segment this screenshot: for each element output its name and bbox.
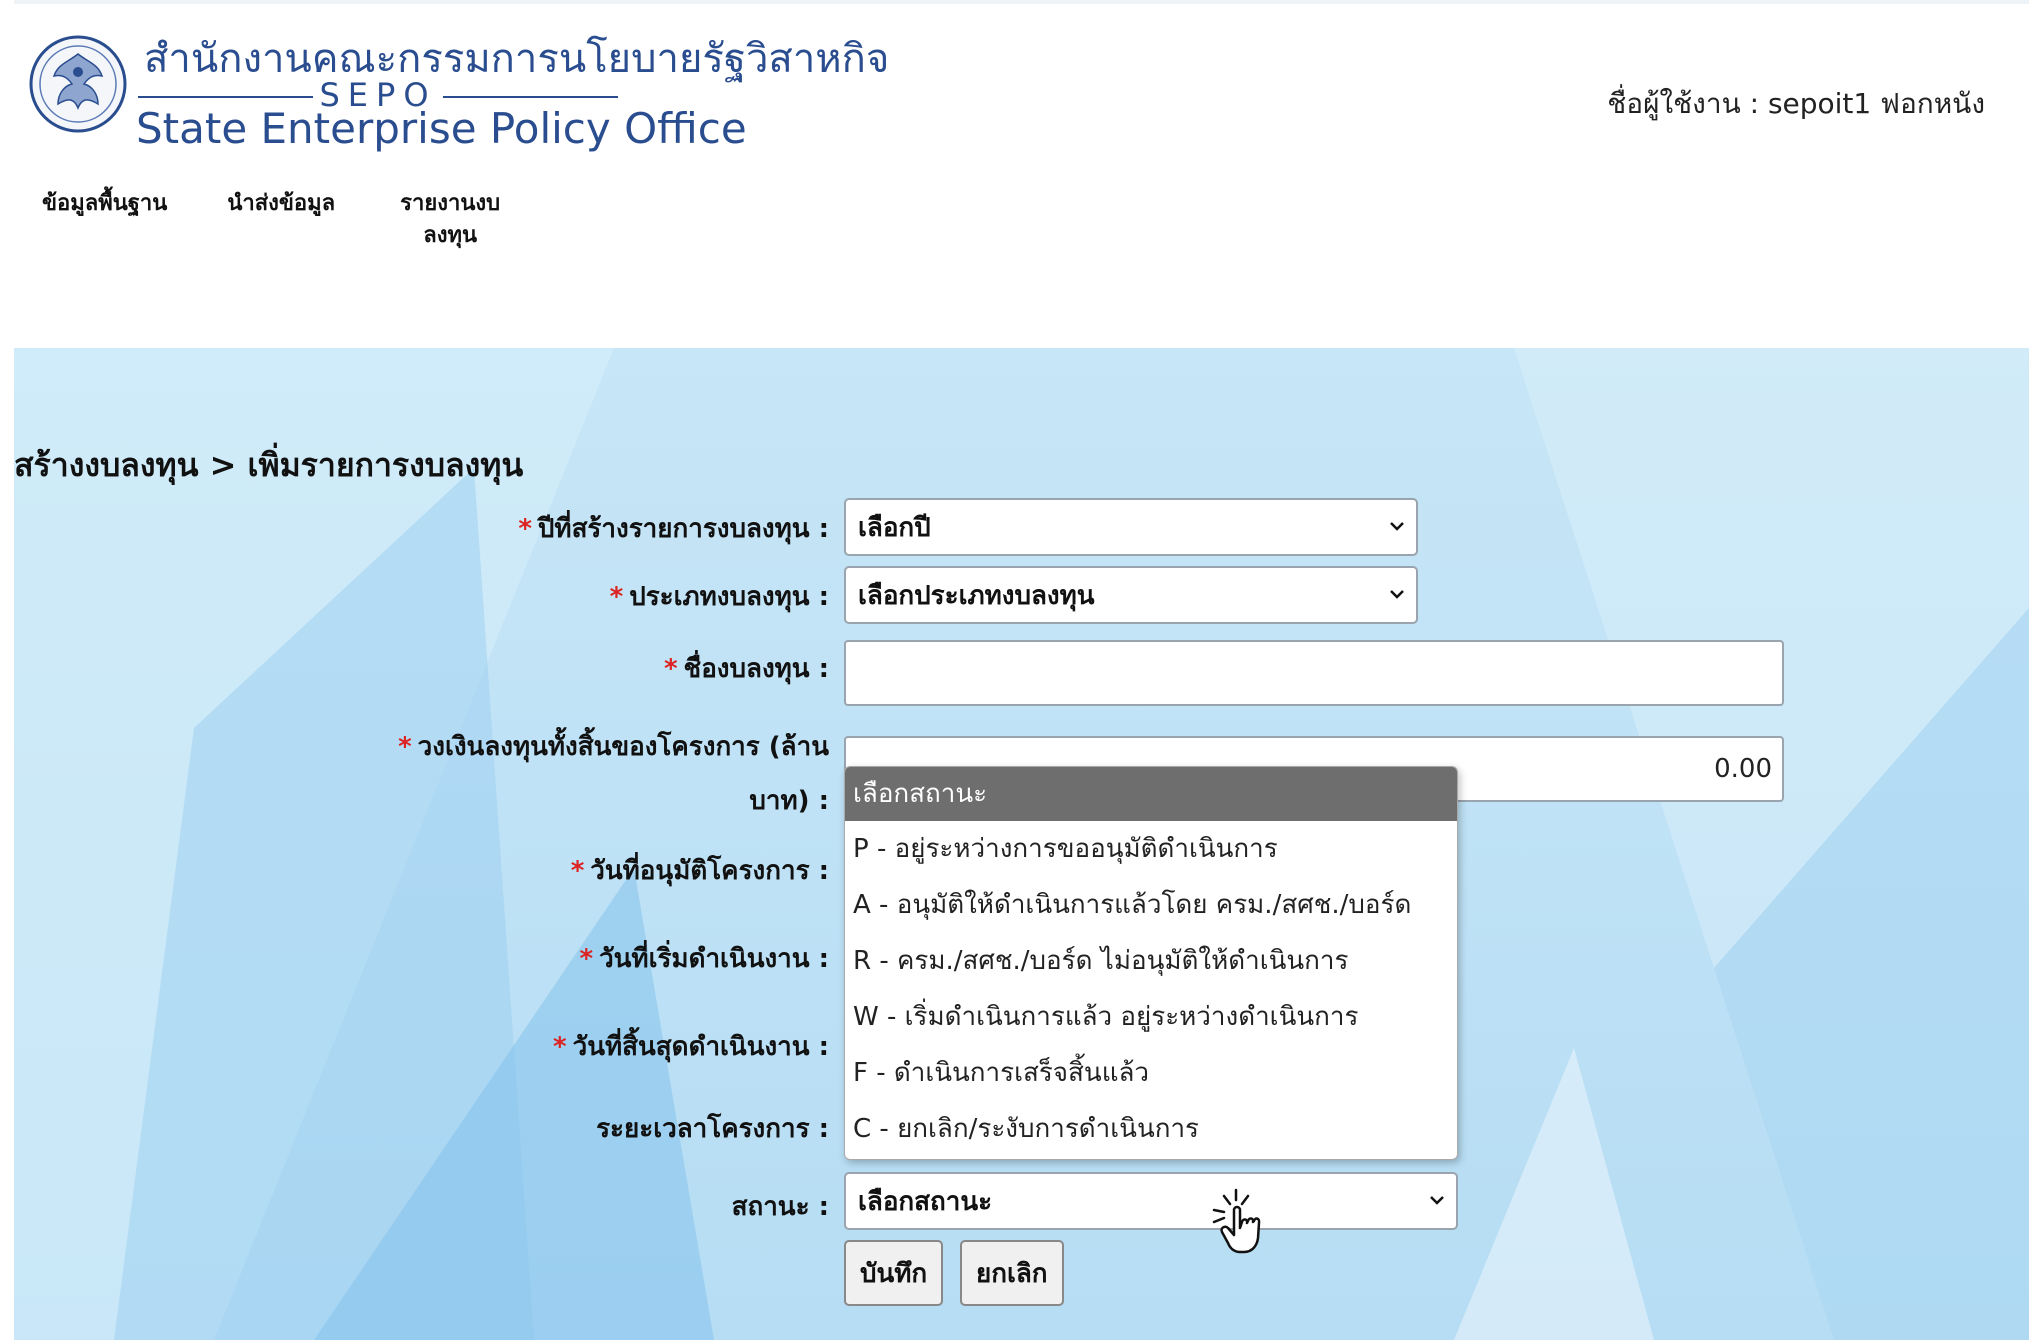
content-area: สร้างงบลงทุน > เพิ่มรายการงบลงทุน * ปีที่… (14, 348, 2029, 1340)
status-select-value: เลือกสถานะ (858, 1186, 993, 1217)
end-date-label-text: วันที่สิ้นสุดดำเนินงาน : (572, 1032, 829, 1062)
status-select[interactable]: เลือกสถานะ (844, 1172, 1458, 1230)
cancel-button[interactable]: ยกเลิก (960, 1240, 1064, 1306)
budget-label: * วงเงินลงทุนทั้งสิ้นของโครงการ (ล้าน (398, 726, 829, 767)
header: สำนักงานคณะกรรมการนโยบายรัฐวิสาหกิจ SEPO… (14, 0, 2029, 348)
type-select-value: เลือกประเภทงบลงทุน (858, 580, 1095, 611)
chevron-down-icon (1390, 522, 1404, 531)
start-date-label-text: วันที่เริ่มดำเนินงาน : (599, 944, 829, 974)
main-nav: ข้อมูลพื้นฐาน นำส่งข้อมูล รายงานงบ ลงทุน (42, 188, 505, 252)
status-dropdown-list: เลือกสถานะ P - อยู่ระหว่างการขออนุมัติดำ… (844, 766, 1458, 1160)
page: สำนักงานคณะกรรมการนโยบายรัฐวิสาหกิจ SEPO… (0, 0, 2029, 1340)
status-option[interactable]: R - ครม./สศช./บอร์ด ไม่อนุมัติให้ดำเนินก… (845, 933, 1457, 989)
budget-label-line1: วงเงินลงทุนทั้งสิ้นของโครงการ (ล้าน (417, 732, 829, 762)
year-label: * ปีที่สร้างรายการงบลงทุน : (518, 508, 829, 549)
required-mark: * (570, 856, 585, 886)
type-label-text: ประเภทงบลงทุน : (629, 582, 829, 612)
user-info: ชื่อผู้ใช้งาน : sepoit1 ฟอกหนัง (1607, 87, 1985, 120)
required-mark: * (518, 514, 532, 544)
status-option[interactable]: เลือกสถานะ (845, 767, 1457, 821)
nav-item-submit-data[interactable]: นำส่งข้อมูล (227, 188, 335, 252)
required-mark: * (579, 944, 594, 974)
status-option[interactable]: F - ดำเนินการเสร็จสิ้นแล้ว (845, 1045, 1457, 1101)
year-select-value: เลือกปี (858, 512, 931, 543)
logo-english-text: State Enterprise Policy Office (136, 104, 747, 153)
breadcrumb: สร้างงบลงทุน > เพิ่มรายการงบลงทุน (14, 446, 524, 484)
sepo-seal-icon (29, 35, 127, 133)
year-select[interactable]: เลือกปี (844, 498, 1418, 556)
type-select[interactable]: เลือกประเภทงบลงทุน (844, 566, 1418, 624)
status-option[interactable]: C - ยกเลิก/ระงับการดำเนินการ (845, 1101, 1457, 1157)
chevron-down-icon (1390, 590, 1404, 599)
type-label: * ประเภทงบลงทุน : (610, 576, 829, 617)
required-mark: * (663, 654, 678, 684)
nav-item-investment-report[interactable]: รายงานงบ ลงทุน (395, 188, 505, 252)
required-mark: * (609, 582, 624, 612)
required-mark: * (553, 1032, 567, 1062)
nav-item-basic-info[interactable]: ข้อมูลพื้นฐาน (42, 188, 167, 252)
name-label-text: ชื่องบลงทุน : (683, 654, 829, 684)
nav-item-investment-report-line2: ลงทุน (423, 223, 477, 248)
end-date-label: * วันที่สิ้นสุดดำเนินงาน : (553, 1026, 829, 1067)
nav-item-investment-report-line1: รายงานงบ (400, 191, 501, 216)
status-option[interactable]: W - เริ่มดำเนินการแล้ว อยู่ระหว่างดำเนิน… (845, 989, 1457, 1045)
start-date-label: * วันที่เริ่มดำเนินงาน : (579, 938, 829, 979)
approve-date-label: * วันที่อนุมัติโครงการ : (571, 850, 829, 891)
approve-date-label-text: วันที่อนุมัติโครงการ : (590, 856, 829, 886)
status-option[interactable]: P - อยู่ระหว่างการขออนุมัติดำเนินการ (845, 821, 1457, 877)
budget-label-line2: บาท) : (749, 786, 829, 816)
save-button[interactable]: บันทึก (844, 1240, 944, 1306)
name-label: * ชื่องบลงทุน : (664, 648, 829, 689)
duration-label: ระยะเวลาโครงการ : (596, 1114, 829, 1144)
status-label: สถานะ : (731, 1192, 829, 1222)
status-option[interactable]: A - อนุมัติให้ดำเนินการแล้วโดย ครม./สศช.… (845, 877, 1457, 933)
year-label-text: ปีที่สร้างรายการงบลงทุน : (537, 514, 829, 544)
hand-pointer-icon (1212, 1188, 1261, 1254)
chevron-down-icon (1430, 1196, 1444, 1205)
name-input[interactable] (844, 640, 1784, 706)
required-mark: * (398, 732, 412, 762)
